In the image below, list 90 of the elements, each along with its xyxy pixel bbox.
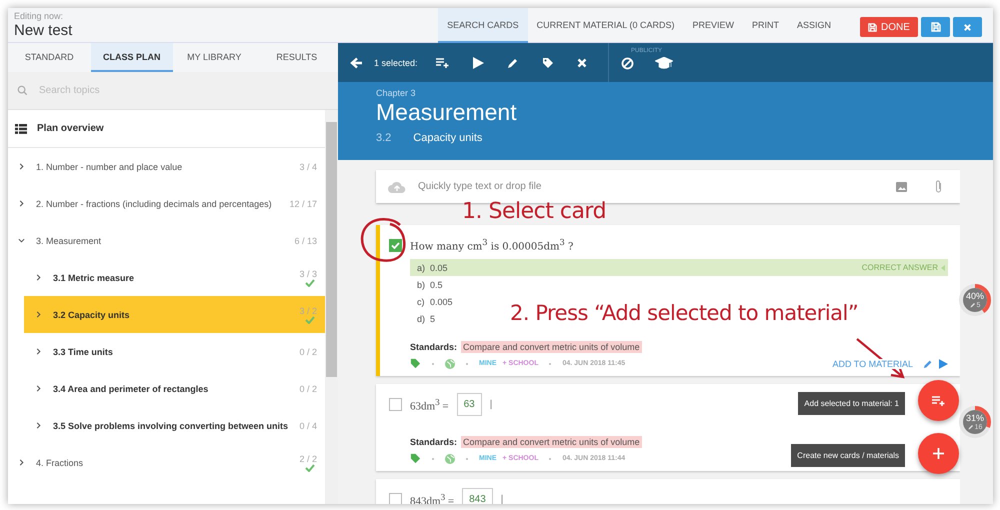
add-to-list-icon (932, 396, 946, 406)
checkbox[interactable] (389, 238, 402, 252)
add-to-list-icon[interactable] (436, 58, 450, 68)
answer-field[interactable]: 843 (462, 488, 493, 504)
done-button[interactable]: DONE (860, 17, 918, 37)
top-tab[interactable]: PREVIEW (683, 8, 743, 43)
globe-icon (445, 454, 455, 464)
chevron-icon (35, 311, 42, 318)
scrollbar[interactable] (325, 110, 338, 504)
section-title: Capacity units (413, 132, 482, 144)
progress-count: 2 / 2 (299, 454, 317, 472)
annotation-text: 2. Press “Add selected to material” (510, 301, 858, 325)
check-icon (305, 464, 315, 472)
top-tab[interactable]: CURRENT MATERIAL (0 CARDS) (528, 8, 684, 43)
top-tab[interactable]: PRINT (742, 8, 788, 43)
graduation-cap-icon[interactable] (654, 56, 673, 70)
play-icon[interactable] (939, 358, 948, 368)
chevron-icon (35, 348, 42, 355)
play-icon[interactable] (472, 56, 484, 68)
progress-count: 3 / 2 (299, 306, 317, 324)
text-cursor: | (490, 399, 492, 410)
plan-item[interactable]: 3.1 Metric measure 3 / 3 (24, 259, 325, 296)
paperclip-icon[interactable] (935, 180, 942, 193)
answer-option: d) 5 (410, 310, 450, 327)
sidebar-tab[interactable]: RESULTS (256, 43, 338, 72)
answer-option: a) 0.05 CORRECT ANSWER (410, 259, 948, 276)
tag-icon (410, 453, 421, 464)
close-icon[interactable] (576, 58, 587, 68)
sidebar-tab[interactable]: MY LIBRARY (173, 43, 256, 72)
editing-caption: Editing now: (14, 11, 64, 21)
selected-count: 1 selected: (374, 58, 418, 68)
text-cursor: | (500, 494, 504, 504)
equation-text: 843dm$^{3}$ = (410, 492, 454, 504)
standards-label: Standards: (410, 342, 458, 352)
standard-tag: Compare and convert metric units of volume (461, 436, 642, 448)
plan-item[interactable]: 3. Measurement 6 / 13 (8, 222, 325, 259)
plan-item[interactable]: 2. Number - fractions (including decimals and percentages) 12 / 17 (8, 185, 325, 222)
question-text: How many cm$^{3}$ is 0.00005dm$^{3}$ ? (410, 237, 574, 253)
plan-item[interactable]: 3.5 Solve problems involving converting between units 0 / 4 (24, 407, 325, 444)
tooltip: Create new cards / materials (791, 444, 905, 467)
chevron-icon (35, 385, 42, 392)
image-icon[interactable] (896, 182, 907, 192)
sidebar-tab[interactable]: STANDARD (8, 43, 90, 72)
close-icon (963, 22, 972, 32)
check-icon (305, 316, 315, 324)
section-number: 3.2 (376, 132, 392, 144)
plan-item[interactable]: 3.4 Area and perimeter of rectangles 0 / 2 (24, 370, 325, 407)
checkbox[interactable] (389, 398, 402, 411)
back-arrow-icon[interactable] (350, 56, 363, 68)
equation-text: 63dm$^{3}$ = (410, 396, 449, 412)
progress-count: 0 / 2 (299, 346, 317, 356)
progress-count: 6 / 13 (294, 236, 317, 246)
chapter-title: Measurement (376, 99, 518, 126)
standard-tag: Compare and convert metric units of volume (461, 341, 642, 353)
tooltip: Add selected to material: 1 (798, 392, 905, 415)
plan-item[interactable]: 3.3 Time units 0 / 2 (24, 333, 325, 370)
document-title: New test (14, 22, 74, 39)
plus-icon (933, 448, 944, 459)
globe-icon (445, 358, 455, 368)
plan-item[interactable]: 4. Fractions 2 / 2 (8, 444, 325, 481)
progress-count: 0 / 4 (299, 420, 317, 430)
plan-item[interactable]: 3.2 Capacity units 3 / 2 (24, 296, 325, 333)
blocked-icon[interactable] (620, 56, 634, 70)
save-button[interactable] (921, 17, 950, 37)
pencil-icon[interactable] (506, 56, 519, 68)
close-button[interactable] (953, 17, 982, 37)
answer-option: b) 0.5 (410, 276, 450, 293)
progress-count: 3 / 4 (299, 162, 317, 172)
tag-icon[interactable] (542, 56, 554, 68)
checkbox[interactable] (389, 493, 402, 504)
tag-icon (410, 358, 421, 369)
triangle-icon (941, 264, 945, 270)
top-tab[interactable]: ASSIGN (788, 8, 840, 43)
plan-item[interactable]: 1. Number - number and place value 3 / 4 (8, 148, 325, 185)
check-icon (305, 278, 315, 286)
top-tab[interactable]: SEARCH CARDS (438, 8, 528, 43)
chapter-caption: Chapter 3 (376, 88, 417, 98)
list-icon (15, 124, 27, 134)
chevron-icon (35, 274, 42, 281)
sidebar-tab[interactable]: CLASS PLAN (90, 43, 173, 72)
standards-label: Standards: (410, 437, 458, 447)
cloud-upload-icon (388, 180, 406, 192)
plan-overview-title: Plan overview (37, 123, 104, 134)
progress-count: 3 / 3 (299, 268, 317, 286)
progress-count: 12 / 17 (289, 198, 317, 208)
progress-count: 0 / 2 (299, 384, 317, 394)
chevron-icon (35, 422, 42, 429)
answer-field[interactable]: 63 (456, 393, 482, 416)
answer-option: c) 0.005 (410, 293, 453, 310)
search-icon (17, 85, 28, 96)
